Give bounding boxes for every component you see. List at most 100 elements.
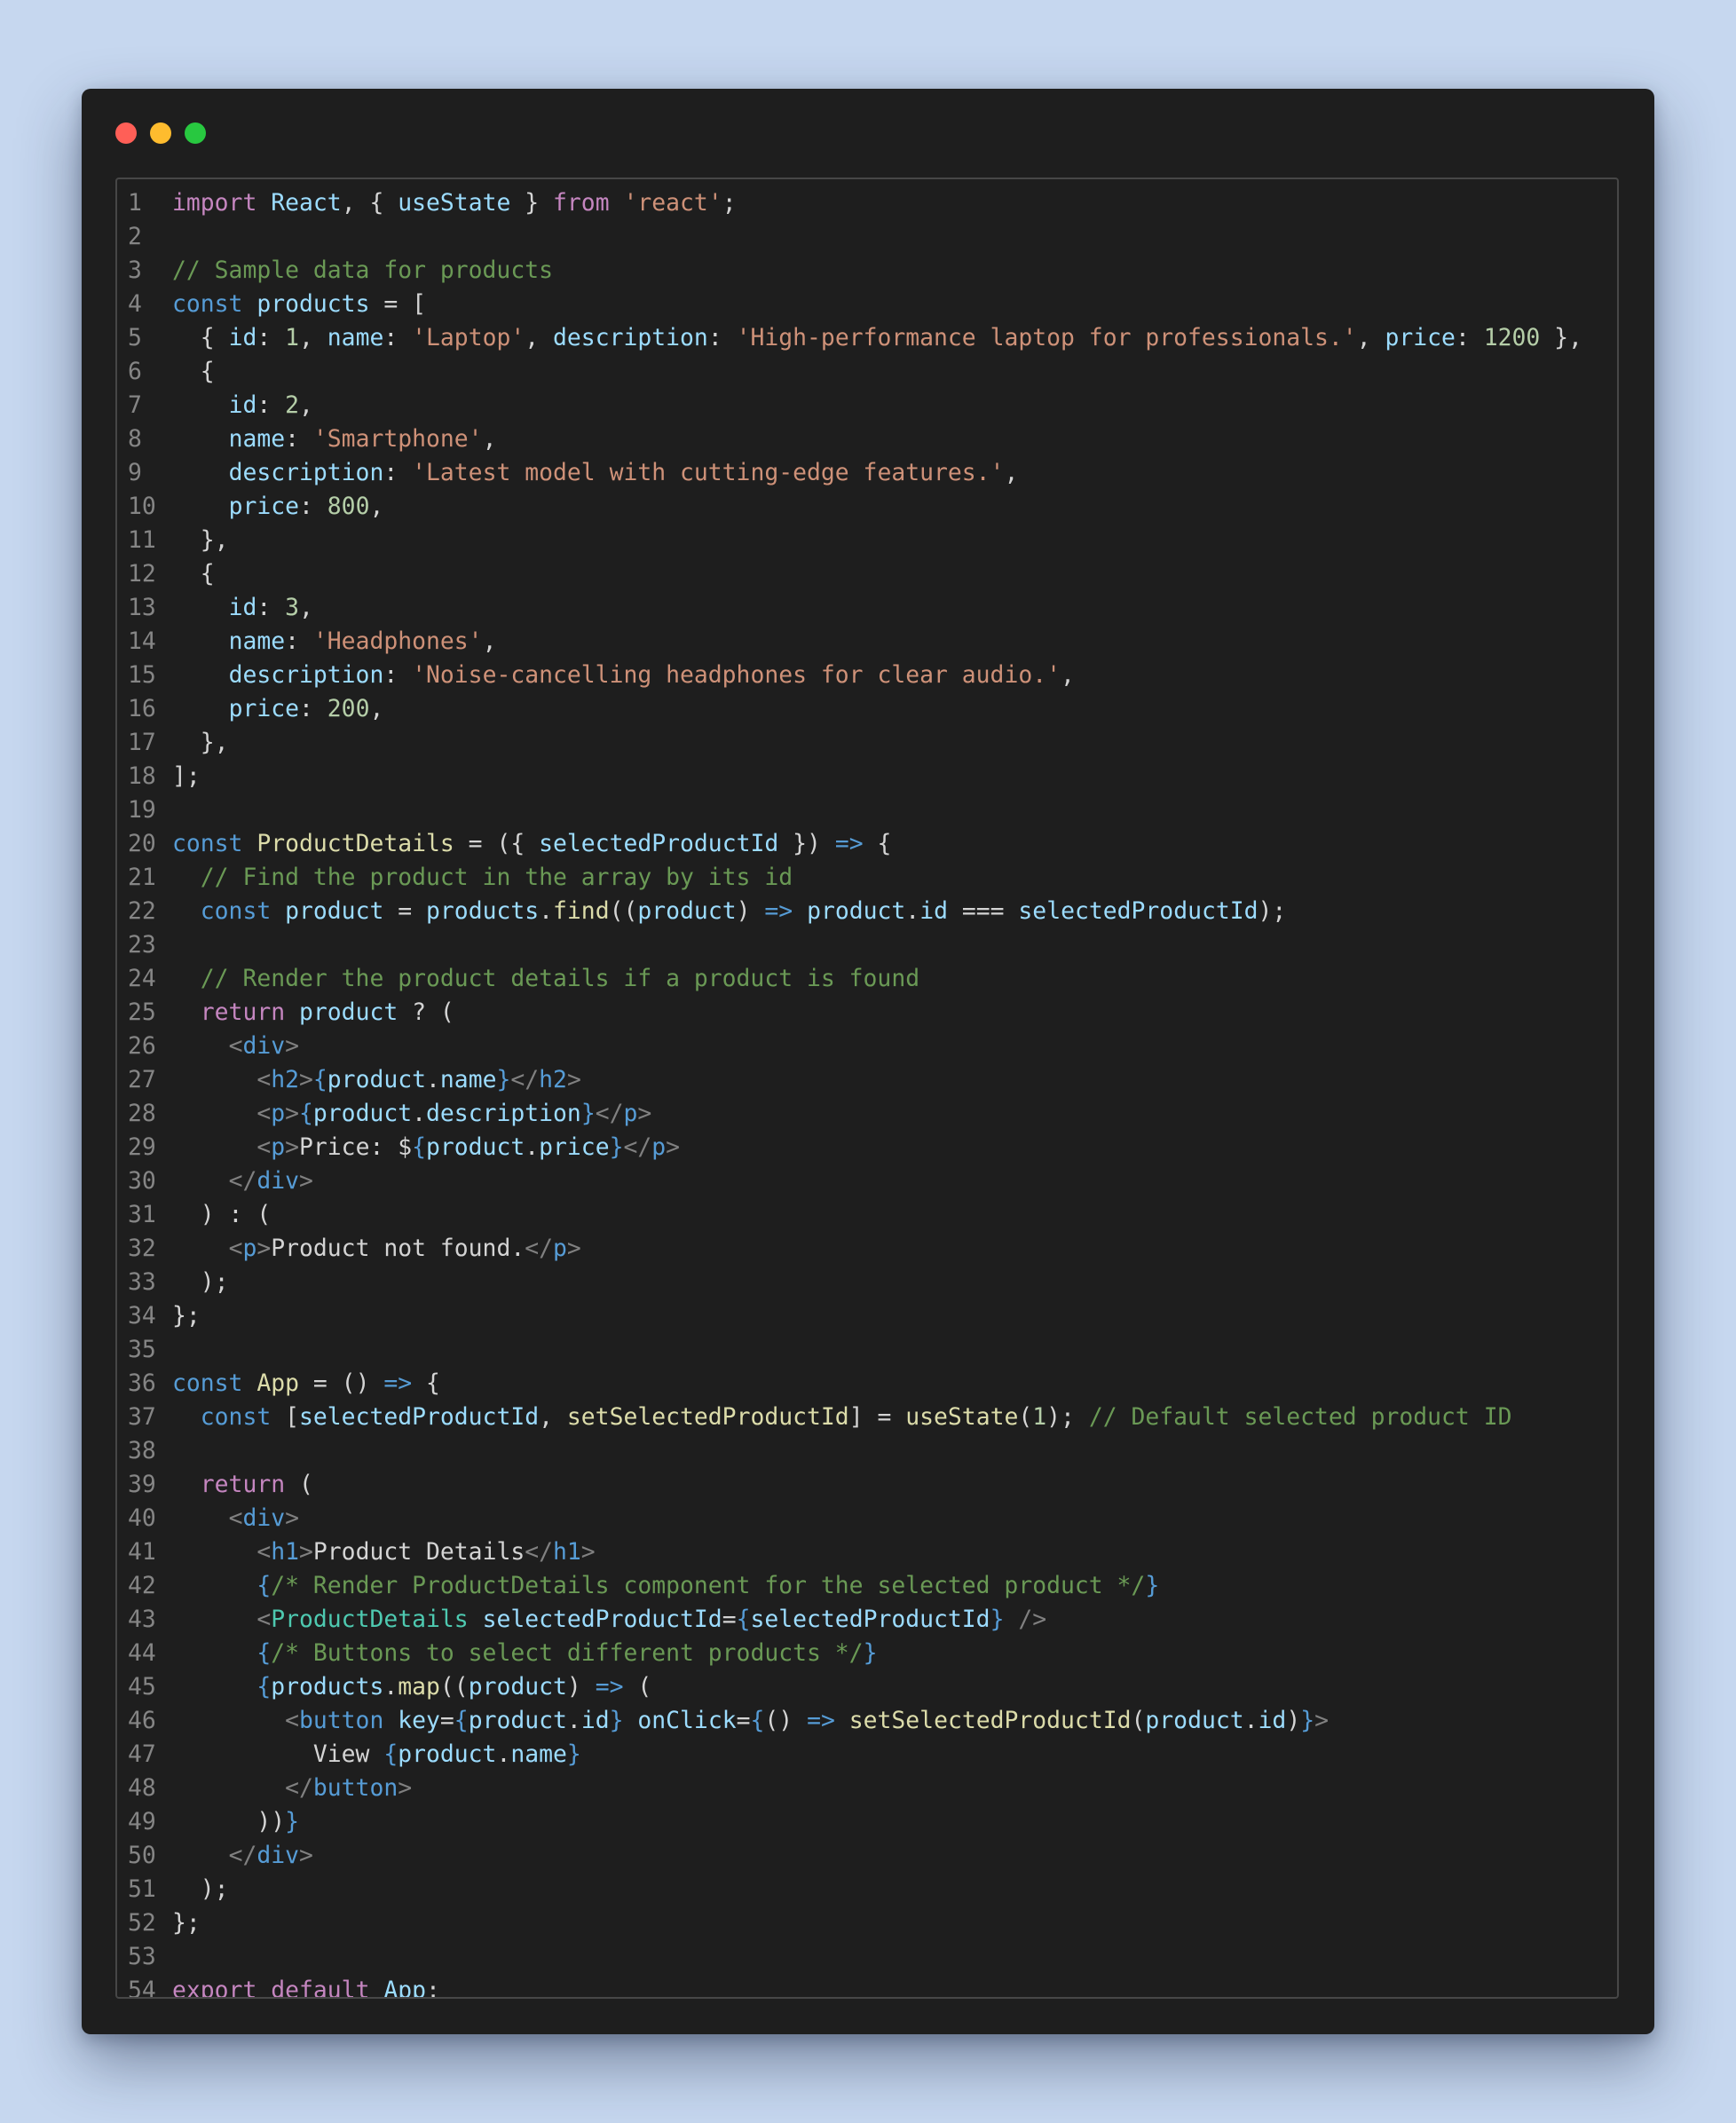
line-content: return product ? ( [200,998,454,1026]
minimize-dot-icon[interactable] [150,122,171,144]
line-number: 28 [128,1100,156,1127]
line-number: 27 [128,1066,156,1093]
code-line: 25 return product ? ( [117,996,1582,1030]
line-content: { id: 1, name: 'Laptop', description: 'H… [172,324,1582,351]
code-line: 14 name: 'Headphones', [117,625,1582,659]
line-content: ); [172,1268,229,1296]
line-number: 52 [128,1909,156,1937]
line-number: 41 [128,1538,156,1566]
code-line: 20 const ProductDetails = ({ selectedProd… [117,827,1582,861]
line-content: // Render the product details if a produ… [200,965,920,992]
line-content: name: 'Headphones', [228,627,497,655]
line-number: 2 [128,223,142,250]
line-content: ); [172,1875,229,1903]
line-content: const App = () => { [172,1369,440,1397]
line-number: 42 [128,1572,156,1599]
line-number: 35 [128,1336,156,1363]
code-line: 12 { [117,557,1582,591]
code-line: 17 }, [117,726,1582,760]
line-number: 31 [128,1201,156,1228]
line-number: 43 [128,1606,156,1633]
code-line: 21 // Find the product in the array by i… [117,861,1582,895]
line-content: <ProductDetails selectedProductId={selec… [256,1606,1047,1633]
line-content: </div> [228,1167,313,1195]
line-content: }, [172,729,229,756]
code-line: 16 price: 200, [117,692,1582,726]
line-content: id: 2, [228,391,313,419]
line-number: 30 [128,1167,156,1195]
code-line: 41 <h1>Product Details</h1> [117,1535,1582,1569]
line-number: 20 [128,830,156,857]
line-content: }; [172,1909,201,1937]
line-number: 49 [128,1808,156,1835]
line-content: price: 200, [228,695,384,722]
line-number: 15 [128,661,156,689]
code-line: 38 [117,1434,1582,1468]
line-number: 44 [128,1639,156,1667]
code-line: 8 name: 'Smartphone', [117,422,1582,456]
code-line: 45 {products.map((product) => ( [117,1670,1582,1704]
line-content: <p>{product.description}</p> [256,1100,652,1127]
maximize-dot-icon[interactable] [185,122,206,144]
line-content: View {product.name} [172,1740,581,1768]
line-number: 51 [128,1875,156,1903]
line-number: 53 [128,1943,156,1970]
line-content: <p>Product not found.</p> [228,1235,581,1262]
code-line: 5 { id: 1, name: 'Laptop', description: … [117,321,1582,355]
code-line: 23 [117,928,1582,962]
line-content: <h1>Product Details</h1> [256,1538,596,1566]
line-content: }; [172,1302,201,1330]
line-number: 24 [128,965,156,992]
line-number: 25 [128,998,156,1026]
line-number: 5 [128,324,142,351]
code-line: 27 <h2>{product.name}</h2> [117,1063,1582,1097]
line-number: 14 [128,627,156,655]
code-line: 6 { [117,355,1582,389]
code-editor[interactable]: 1 import React, { useState } from 'react'… [115,178,1619,1999]
code-line: 42 {/* Render ProductDetails component f… [117,1569,1582,1603]
line-number: 40 [128,1504,156,1532]
line-number: 39 [128,1471,156,1498]
code-line: 4 const products = [ [117,288,1582,321]
code-line: 13 id: 3, [117,591,1582,625]
code-line: 53 [117,1940,1582,1974]
line-number: 36 [128,1369,156,1397]
line-content: <div> [228,1032,300,1060]
line-content: const ProductDetails = ({ selectedProduc… [172,830,892,857]
line-number: 50 [128,1842,156,1869]
line-number: 9 [128,459,142,486]
line-content: ))} [172,1808,299,1835]
line-number: 21 [128,864,156,891]
code-line: 49 ))} [117,1805,1582,1839]
line-number: 22 [128,897,156,925]
line-number: 38 [128,1437,156,1464]
line-content: const [selectedProductId, setSelectedPro… [200,1403,1512,1431]
line-number: 19 [128,796,156,824]
line-number: 34 [128,1302,156,1330]
code-line: 28 <p>{product.description}</p> [117,1097,1582,1131]
line-content: <div> [228,1504,300,1532]
code-line: 43 <ProductDetails selectedProductId={se… [117,1603,1582,1637]
line-content: { [172,560,215,588]
line-content: description: 'Noise-cancelling headphone… [228,661,1075,689]
line-number: 7 [128,391,142,419]
line-content: <button key={product.id} onClick={() => … [285,1707,1329,1734]
code-line: 48 </button> [117,1772,1582,1805]
line-content: <h2>{product.name}</h2> [256,1066,581,1093]
line-content: }, [172,526,229,554]
line-number: 45 [128,1673,156,1701]
code-line: 18]; [117,760,1582,793]
close-dot-icon[interactable] [115,122,137,144]
line-content: <p>Price: ${product.price}</p> [256,1133,681,1161]
line-content: {products.map((product) => ( [256,1673,652,1701]
code-line: 29 <p>Price: ${product.price}</p> [117,1131,1582,1164]
code-line: 10 price: 800, [117,490,1582,524]
line-number: 33 [128,1268,156,1296]
code-line: 32 <p>Product not found.</p> [117,1232,1582,1266]
line-content: </button> [285,1774,413,1802]
line-number: 1 [128,189,142,217]
line-number: 29 [128,1133,156,1161]
line-content: const products = [ [172,290,427,318]
code-block: 1 import React, { useState } from 'react'… [117,186,1582,1997]
line-number: 3 [128,256,142,284]
